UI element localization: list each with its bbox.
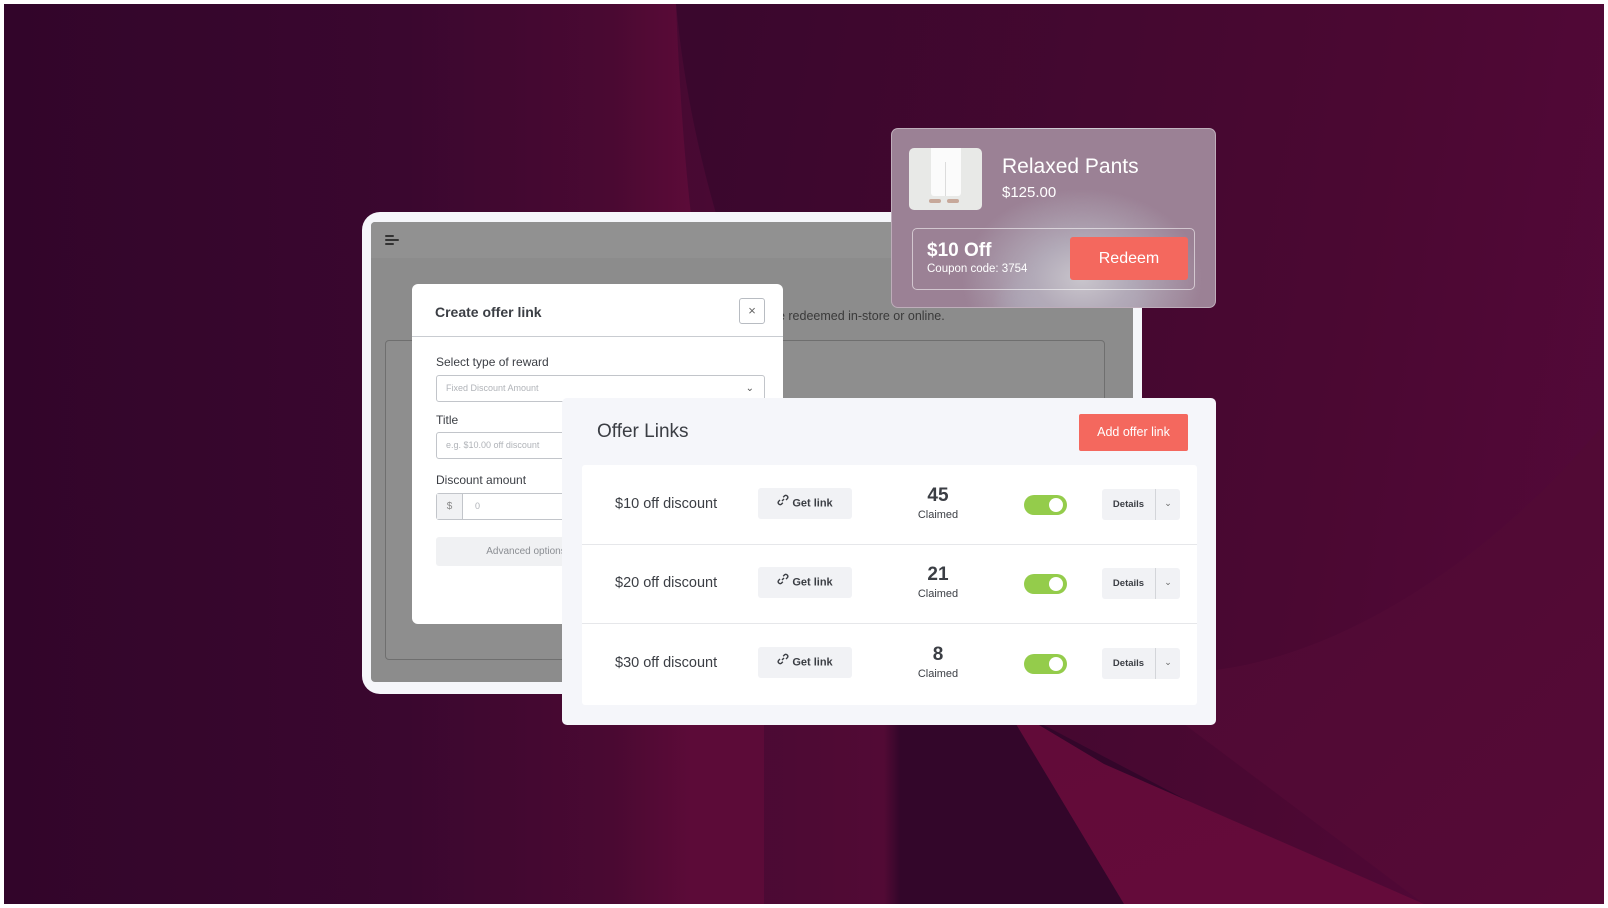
- chevron-down-icon[interactable]: ⌄: [1156, 489, 1180, 520]
- chevron-down-icon[interactable]: ⌄: [1156, 568, 1180, 599]
- offer-name: $20 off discount: [615, 575, 718, 591]
- product-name: Relaxed Pants: [1002, 155, 1139, 178]
- toggle-knob: [1049, 657, 1063, 671]
- link-icon: [777, 647, 789, 678]
- link-icon: [777, 488, 789, 519]
- offer-enabled-toggle[interactable]: [1024, 574, 1067, 594]
- get-link-button[interactable]: Get link: [758, 567, 852, 598]
- coupon-amount: $10 Off: [927, 240, 992, 261]
- toggle-knob: [1049, 577, 1063, 591]
- get-link-button[interactable]: Get link: [758, 647, 852, 678]
- modal-title: Create offer link: [435, 304, 542, 320]
- claimed-count: 8: [932, 644, 944, 665]
- claimed-label: Claimed: [917, 588, 959, 600]
- offer-row: $30 off discount Get link 8 Claimed Deta…: [582, 624, 1197, 704]
- get-link-button[interactable]: Get link: [758, 488, 852, 519]
- offer-enabled-toggle[interactable]: [1024, 654, 1067, 674]
- get-link-label: Get link: [792, 497, 833, 510]
- close-icon: ×: [748, 303, 756, 318]
- page-description: be redeemed in-store or online.: [771, 309, 945, 323]
- details-split-button: Details ⌄: [1102, 648, 1180, 679]
- reward-type-label: Select type of reward: [436, 355, 549, 369]
- details-button[interactable]: Details: [1102, 648, 1156, 679]
- details-split-button: Details ⌄: [1102, 489, 1180, 520]
- claimed-label: Claimed: [917, 509, 959, 521]
- offer-links-list: $10 off discount Get link 45 Claimed Det…: [582, 465, 1197, 705]
- details-button[interactable]: Details: [1102, 489, 1156, 520]
- menu-line: [385, 243, 394, 245]
- modal-header: Create offer link ×: [412, 284, 783, 337]
- offer-name: $10 off discount: [615, 496, 718, 512]
- claimed-label: Claimed: [917, 668, 959, 680]
- shoe-graphic: [929, 199, 941, 203]
- link-icon: [777, 567, 789, 598]
- offer-row: $20 off discount Get link 21 Claimed Det…: [582, 544, 1197, 624]
- get-link-label: Get link: [792, 576, 833, 589]
- pants-graphic: [931, 148, 961, 196]
- coupon-code: Coupon code: 3754: [927, 263, 1028, 275]
- offer-name: $30 off discount: [615, 655, 718, 671]
- product-image: [909, 148, 982, 210]
- offer-enabled-toggle[interactable]: [1024, 495, 1067, 515]
- claimed-count: 45: [927, 485, 949, 506]
- discount-placeholder: 0: [475, 501, 481, 511]
- claimed-count: 21: [927, 564, 949, 585]
- currency-prefix: $: [437, 494, 463, 519]
- offer-links-panel: Offer Links Add offer link $10 off disco…: [562, 398, 1216, 725]
- reward-type-value: Fixed Discount Amount: [446, 383, 539, 393]
- coupon-box: $10 Off Coupon code: 3754 Redeem: [912, 228, 1195, 290]
- product-price: $125.00: [1002, 184, 1057, 201]
- menu-line: [385, 239, 399, 241]
- details-button[interactable]: Details: [1102, 568, 1156, 599]
- get-link-label: Get link: [792, 656, 833, 669]
- add-offer-link-button[interactable]: Add offer link: [1079, 414, 1188, 451]
- menu-line: [385, 235, 394, 237]
- close-button[interactable]: ×: [739, 298, 765, 324]
- toggle-knob: [1049, 498, 1063, 512]
- discount-amount-label: Discount amount: [436, 473, 527, 487]
- shoe-graphic: [947, 199, 959, 203]
- title-label: Title: [436, 413, 459, 427]
- offer-links-title: Offer Links: [597, 421, 689, 442]
- redeem-button[interactable]: Redeem: [1070, 237, 1188, 280]
- hamburger-menu-icon[interactable]: [385, 235, 399, 247]
- details-split-button: Details ⌄: [1102, 568, 1180, 599]
- offer-row: $10 off discount Get link 45 Claimed Det…: [582, 465, 1197, 545]
- product-coupon-card: Relaxed Pants $125.00 $10 Off Coupon cod…: [891, 128, 1216, 308]
- title-placeholder: e.g. $10.00 off discount: [446, 440, 540, 450]
- chevron-down-icon[interactable]: ⌄: [1156, 648, 1180, 679]
